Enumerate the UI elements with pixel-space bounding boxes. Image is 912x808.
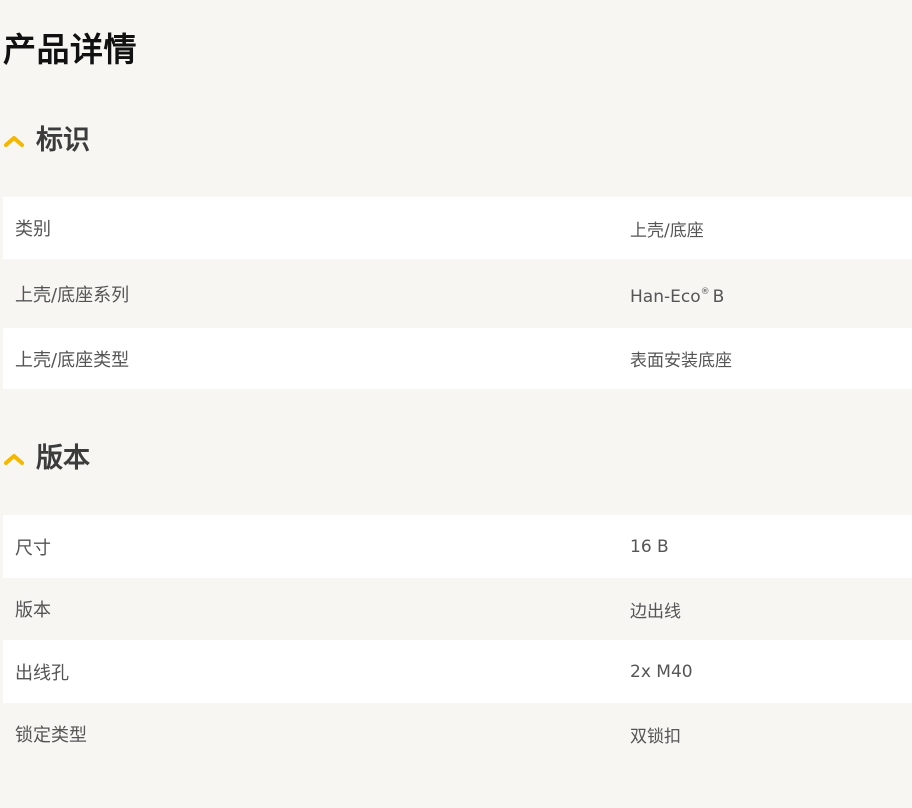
row-value: 16 B	[630, 536, 669, 557]
value-main: Han-Eco	[630, 286, 701, 307]
table-row: 版本 边出线	[3, 578, 912, 640]
row-label: 出线孔	[15, 662, 69, 684]
table-row: 出线孔 2x M40	[3, 640, 912, 703]
row-value: 边出线	[630, 601, 681, 622]
table-row: 上壳/底座类型 表面安装底座	[3, 328, 912, 389]
spec-table-identification: 类别 上壳/底座 上壳/底座系列 Han-Eco® B 上壳/底座类型 表面安装底…	[3, 197, 912, 389]
chevron-up-icon	[4, 454, 24, 465]
row-label: 版本	[15, 600, 51, 621]
row-label: 上壳/底座系列	[15, 284, 130, 306]
row-value: 表面安装底座	[630, 351, 732, 371]
registered-mark: ®	[700, 286, 710, 297]
section-title: 版本	[36, 443, 90, 474]
table-row: 尺寸 16 B	[3, 515, 912, 578]
spec-table-version: 尺寸 16 B 版本 边出线 出线孔 2x M40 锁定类型 双锁扣	[3, 515, 912, 765]
row-label: 尺寸	[15, 537, 51, 559]
chevron-up-icon	[4, 136, 24, 147]
section-title: 标识	[36, 125, 90, 156]
section-header-identification[interactable]: 标识	[3, 121, 90, 161]
row-value: 2x M40	[630, 661, 693, 682]
row-value: 双锁扣	[630, 726, 681, 747]
table-row: 类别 上壳/底座	[3, 197, 912, 259]
section-header-version[interactable]: 版本	[3, 439, 90, 479]
page-title: 产品详情	[3, 30, 137, 69]
row-value: 上壳/底座	[630, 220, 704, 241]
table-row: 锁定类型 双锁扣	[3, 703, 912, 765]
row-label: 类别	[15, 219, 51, 240]
row-value: Han-Eco® B	[630, 281, 912, 307]
value-suffix: B	[712, 286, 725, 307]
row-label: 上壳/底座类型	[15, 349, 130, 371]
table-row: 上壳/底座系列 Han-Eco® B	[3, 259, 912, 328]
row-label: 锁定类型	[15, 725, 87, 746]
